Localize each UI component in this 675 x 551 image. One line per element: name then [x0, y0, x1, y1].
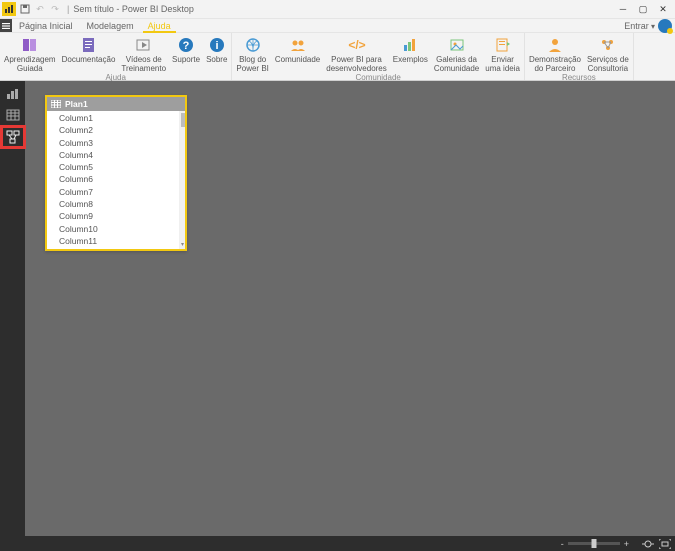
zoom-in-button[interactable]: + — [624, 539, 629, 549]
minimize-button[interactable]: ─ — [613, 0, 633, 18]
signin-link[interactable]: Entrar — [624, 21, 655, 31]
fit-to-screen-button[interactable] — [659, 539, 671, 549]
ribbon-support[interactable]: ? Suporte — [169, 35, 203, 64]
code-icon: </> — [348, 36, 366, 54]
ribbon-demo-label: Demonstração do Parceiro — [529, 55, 581, 73]
fit-to-page-button[interactable] — [642, 539, 654, 549]
ribbon-idea-label: Enviar uma ideia — [485, 55, 520, 73]
table-column-item[interactable]: Column6 — [47, 173, 185, 185]
table-column-item[interactable]: Column3 — [47, 137, 185, 149]
help-icon: ? — [177, 36, 195, 54]
ribbon-training-videos[interactable]: Vídeos de Treinamento — [118, 35, 169, 73]
table-card-header[interactable]: Plan1 — [47, 97, 185, 111]
partner-icon — [546, 36, 564, 54]
tab-help-label: Ajuda — [148, 21, 171, 31]
tab-modeling[interactable]: Modelagem — [80, 19, 141, 32]
title-divider: | — [67, 4, 69, 14]
table-column-item[interactable]: Column8 — [47, 198, 185, 210]
ribbon-idea[interactable]: Enviar uma ideia — [482, 35, 523, 73]
ribbon-about-label: Sobre — [206, 55, 227, 64]
table-column-item[interactable]: Column10 — [47, 223, 185, 235]
ribbon-docs-label: Documentação — [62, 55, 116, 64]
close-button[interactable]: ✕ — [653, 0, 673, 18]
people-icon — [289, 36, 307, 54]
book-icon — [21, 36, 39, 54]
idea-icon — [494, 36, 512, 54]
ribbon-blog[interactable]: Blog do Power BI — [233, 35, 271, 73]
zoom-slider-track[interactable] — [568, 542, 620, 545]
svg-text:?: ? — [183, 40, 190, 52]
ribbon-blog-label: Blog do Power BI — [236, 55, 268, 73]
table-column-item[interactable]: Column9 — [47, 210, 185, 222]
ribbon-galleries[interactable]: Galerias da Comunidade — [431, 35, 482, 73]
qat-undo-icon[interactable]: ↶ — [34, 2, 46, 16]
gallery-icon — [448, 36, 466, 54]
ribbon-samples[interactable]: Exemplos — [390, 35, 431, 64]
tab-help[interactable]: Ajuda — [141, 19, 178, 32]
window-title: Sem título - Power BI Desktop — [73, 4, 194, 14]
ribbon-comm-label: Comunidade — [275, 55, 320, 64]
view-data-button[interactable] — [2, 106, 24, 124]
table-icon — [51, 100, 61, 108]
document-icon — [80, 36, 98, 54]
maximize-button[interactable]: ▢ — [633, 0, 653, 18]
consulting-icon — [599, 36, 617, 54]
ribbon-galleries-label: Galerias da Comunidade — [434, 55, 479, 73]
ribbon-demo[interactable]: Demonstração do Parceiro — [526, 35, 584, 73]
table-column-item[interactable]: Column5 — [47, 161, 185, 173]
table-card-title: Plan1 — [65, 99, 88, 109]
ribbon-samples-label: Exemplos — [393, 55, 428, 64]
ribbon-videos-label: Vídeos de Treinamento — [121, 55, 166, 73]
table-scrollbar[interactable]: ▾ — [179, 111, 185, 249]
table-column-item[interactable]: Column4 — [47, 149, 185, 161]
ribbon-community[interactable]: Comunidade — [272, 35, 323, 64]
video-icon — [135, 36, 153, 54]
ribbon-devs[interactable]: </> Power BI para desenvolvedores — [323, 35, 389, 73]
model-canvas[interactable]: Plan1 ▾ Column1Column2Column3Column4Colu… — [25, 81, 675, 536]
view-model-button[interactable] — [2, 127, 24, 147]
ribbon-devs-label: Power BI para desenvolvedores — [326, 55, 386, 73]
ribbon-support-label: Suporte — [172, 55, 200, 64]
ribbon-guided-learning[interactable]: Aprendizagem Guiada — [1, 35, 59, 73]
blog-icon — [244, 36, 262, 54]
qat-save-icon[interactable] — [19, 2, 31, 16]
svg-text:i: i — [215, 40, 218, 52]
zoom-out-button[interactable]: - — [561, 539, 564, 549]
ribbon-consult-label: Serviços de Consultoria — [587, 55, 629, 73]
tab-home[interactable]: Página Inicial — [12, 19, 80, 32]
view-report-button[interactable] — [2, 85, 24, 103]
qat-redo-icon[interactable]: ↷ — [49, 2, 61, 16]
ribbon-about[interactable]: i Sobre — [203, 35, 230, 64]
ribbon-documentation[interactable]: Documentação — [59, 35, 119, 64]
table-column-item[interactable]: Column1 — [47, 112, 185, 124]
scrollbar-thumb[interactable] — [181, 113, 185, 127]
tab-modeling-label: Modelagem — [87, 21, 134, 31]
chart-icon-ribbon — [401, 36, 419, 54]
table-column-item[interactable]: Column11 — [47, 235, 185, 247]
table-card[interactable]: Plan1 ▾ Column1Column2Column3Column4Colu… — [45, 95, 187, 251]
scroll-down-icon[interactable]: ▾ — [181, 241, 184, 248]
tab-home-label: Página Inicial — [19, 21, 73, 31]
info-icon: i — [208, 36, 226, 54]
ribbon-consulting[interactable]: Serviços de Consultoria — [584, 35, 632, 73]
table-column-item[interactable]: Column7 — [47, 186, 185, 198]
powerbi-logo — [2, 2, 16, 16]
profile-icon[interactable] — [658, 19, 672, 33]
table-column-item[interactable]: Column2 — [47, 124, 185, 136]
zoom-slider-thumb[interactable] — [591, 539, 596, 548]
file-tab[interactable] — [0, 19, 12, 32]
svg-text:</>: </> — [348, 38, 365, 52]
zoom-control[interactable]: - + — [561, 539, 629, 549]
ribbon-guided-label: Aprendizagem Guiada — [4, 55, 56, 73]
